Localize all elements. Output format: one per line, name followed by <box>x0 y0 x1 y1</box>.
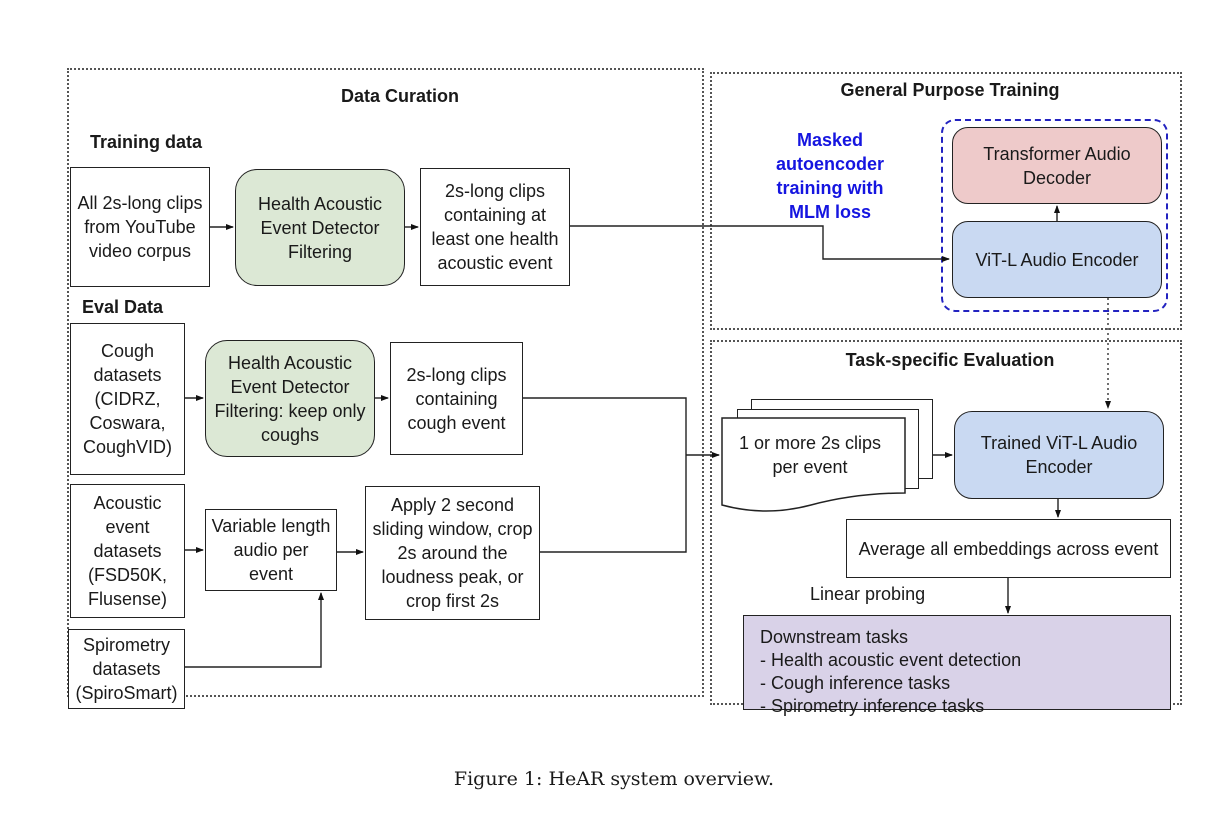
downstream-item: - Health acoustic event detection <box>760 650 1022 670</box>
sliding-window-box: Apply 2 second sliding window, crop 2s a… <box>365 486 540 620</box>
variable-audio-box: Variable length audio per event <box>205 509 337 591</box>
data-curation-title: Data Curation <box>340 86 459 106</box>
downstream-tasks-box: Downstream tasks - Health acoustic event… <box>743 615 1171 716</box>
cough-datasets-box: Cough datasets (CIDRZ, Coswara, CoughVID… <box>70 323 185 475</box>
detector-filter-box: Health Acoustic Event Detector Filtering <box>235 169 405 286</box>
encoder-box: ViT-L Audio Encoder <box>952 221 1162 298</box>
downstream-title: Downstream tasks <box>760 627 909 647</box>
clips-per-event-label: 1 or more 2s clips per event <box>738 433 882 477</box>
youtube-clips-box: All 2s-long clips from YouTube video cor… <box>70 167 210 287</box>
detector-filter-cough-box: Health Acoustic Event Detector Filtering… <box>205 340 375 457</box>
downstream-item: - Spirometry inference tasks <box>760 696 985 716</box>
task-eval-title: Task-specific Evaluation <box>845 350 1055 370</box>
cough-clips-box: 2s-long clips containing cough event <box>390 342 523 455</box>
health-clips-box: 2s-long clips containing at least one he… <box>420 168 570 286</box>
downstream-item: - Cough inference tasks <box>760 673 951 693</box>
figure-caption: Figure 1: HeAR system overview. <box>453 768 775 790</box>
spirometry-datasets-box: Spirometry datasets (SpiroSmart) <box>68 629 185 709</box>
linear-probing-label: Linear probing <box>810 584 926 604</box>
average-embeddings-box: Average all embeddings across event <box>846 519 1171 578</box>
eval-data-heading: Eval Data <box>82 297 164 317</box>
general-training-title: General Purpose Training <box>840 80 1060 100</box>
mae-training-label: Masked autoencoder training with MLM los… <box>775 130 885 222</box>
acoustic-datasets-box: Acoustic event datasets (FSD50K, Flusens… <box>70 484 185 618</box>
training-data-heading: Training data <box>90 132 203 152</box>
decoder-box: Transformer Audio Decoder <box>952 127 1162 204</box>
trained-encoder-box: Trained ViT-L Audio Encoder <box>954 411 1164 499</box>
